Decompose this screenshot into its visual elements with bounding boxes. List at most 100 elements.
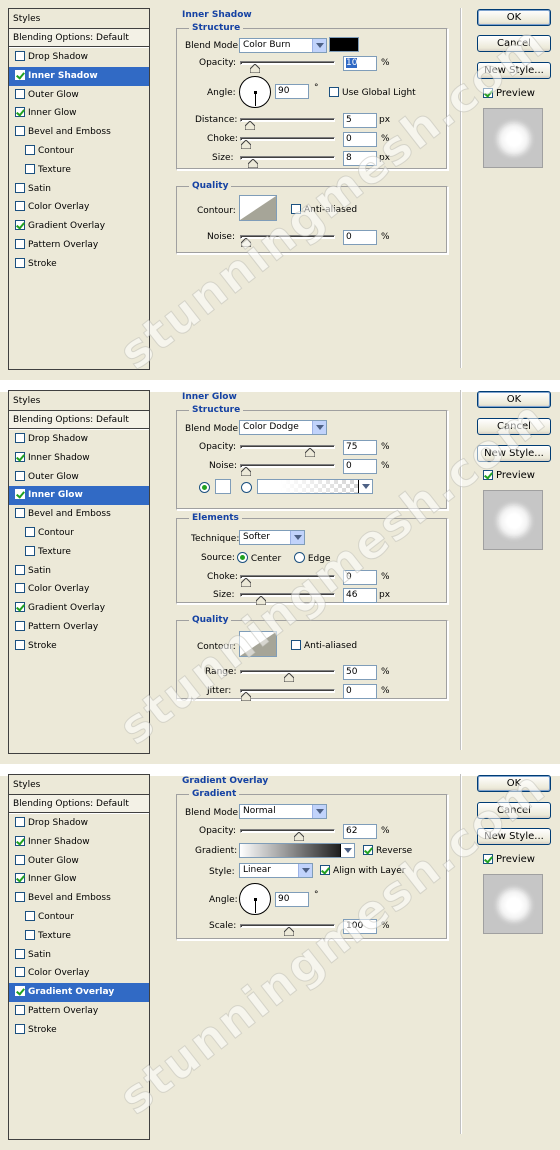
style-item-outer-glow[interactable]: Outer Glow <box>9 86 149 105</box>
scale-slider[interactable] <box>240 924 335 936</box>
checkbox-icon[interactable] <box>15 835 25 846</box>
noise-slider[interactable] <box>240 235 335 247</box>
gradient-radio[interactable] <box>241 482 252 494</box>
blend-mode-select[interactable]: Normal <box>239 804 327 819</box>
distance-input[interactable]: 5 <box>343 113 377 128</box>
checkbox-icon[interactable] <box>15 470 25 481</box>
checkbox-icon[interactable] <box>25 910 35 921</box>
style-item-drop-shadow[interactable]: Drop Shadow <box>9 430 149 449</box>
noise-input[interactable]: 0 <box>343 459 377 474</box>
size-input[interactable]: 8 <box>343 151 377 166</box>
checkbox-icon[interactable] <box>25 545 35 556</box>
noise-input[interactable]: 0 <box>343 230 377 245</box>
checkbox-icon[interactable] <box>15 564 25 575</box>
noise-slider[interactable] <box>240 464 335 476</box>
preview-checkbox[interactable]: Preview <box>483 854 535 865</box>
choke-input[interactable]: 0 <box>343 570 377 585</box>
style-item-texture[interactable]: Texture <box>9 543 149 562</box>
style-item-inner-shadow[interactable]: Inner Shadow <box>9 66 149 86</box>
slider-thumb[interactable] <box>249 64 260 73</box>
style-item-contour[interactable]: Contour <box>9 524 149 543</box>
style-item-inner-glow[interactable]: Inner Glow <box>9 104 149 123</box>
checkbox-icon[interactable] <box>15 220 25 231</box>
style-item-color-overlay[interactable]: Color Overlay <box>9 580 149 599</box>
slider-thumb[interactable] <box>247 159 258 168</box>
align-with-layer-checkbox[interactable]: Align with Layer <box>320 865 405 876</box>
choke-slider[interactable] <box>240 575 335 587</box>
size-input[interactable]: 46 <box>343 588 377 603</box>
ok-button[interactable]: OK <box>477 391 551 408</box>
slider-thumb[interactable] <box>241 238 251 247</box>
style-item-satin[interactable]: Satin <box>9 946 149 965</box>
style-item-color-overlay[interactable]: Color Overlay <box>9 198 149 217</box>
ok-button[interactable]: OK <box>477 9 551 26</box>
source-center-radio[interactable]: Center <box>237 552 281 564</box>
checkbox-icon[interactable] <box>15 986 25 997</box>
style-item-satin[interactable]: Satin <box>9 562 149 581</box>
checkbox-icon[interactable] <box>15 126 25 137</box>
checkbox-icon[interactable] <box>15 238 25 249</box>
preview-checkbox[interactable]: Preview <box>483 88 535 99</box>
checkbox-icon[interactable] <box>25 163 35 174</box>
opacity-slider[interactable] <box>240 445 335 457</box>
checkbox-icon[interactable] <box>15 1004 25 1015</box>
shadow-color-swatch[interactable] <box>329 37 359 52</box>
checkbox-icon[interactable] <box>15 51 25 61</box>
new-style-button[interactable]: New Style... <box>477 445 551 462</box>
checkbox-icon[interactable] <box>15 508 25 519</box>
anti-aliased-checkbox[interactable]: Anti-aliased <box>291 640 357 651</box>
distance-slider[interactable] <box>240 118 335 130</box>
checkbox-icon[interactable] <box>15 873 25 884</box>
range-input[interactable]: 50 <box>343 665 377 680</box>
style-item-pattern-overlay[interactable]: Pattern Overlay <box>9 236 149 255</box>
checkbox-icon[interactable] <box>15 1023 25 1034</box>
style-item-contour[interactable]: Contour <box>9 142 149 161</box>
style-item-color-overlay[interactable]: Color Overlay <box>9 964 149 983</box>
checkbox-icon[interactable] <box>15 892 25 903</box>
slider-thumb[interactable] <box>304 448 315 457</box>
size-slider[interactable] <box>240 156 335 168</box>
use-global-light-checkbox[interactable]: Use Global Light <box>329 87 416 98</box>
style-item-inner-glow[interactable]: Inner Glow <box>9 870 149 889</box>
style-item-bevel-and-emboss[interactable]: Bevel and Emboss <box>9 889 149 908</box>
style-item-stroke[interactable]: Stroke <box>9 255 149 274</box>
opacity-input[interactable]: 10 <box>343 56 377 71</box>
slider-thumb[interactable] <box>283 673 294 682</box>
choke-slider[interactable] <box>240 137 335 149</box>
choke-input[interactable]: 0 <box>343 132 377 147</box>
slider-thumb[interactable] <box>241 140 251 149</box>
contour-picker[interactable] <box>239 631 277 657</box>
checkbox-icon[interactable] <box>15 107 25 118</box>
checkbox-icon[interactable] <box>15 433 25 443</box>
checkbox-icon[interactable] <box>15 967 25 978</box>
glow-gradient-picker[interactable] <box>257 479 373 494</box>
style-item-texture[interactable]: Texture <box>9 927 149 946</box>
checkbox-icon[interactable] <box>15 583 25 594</box>
style-item-bevel-and-emboss[interactable]: Bevel and Emboss <box>9 123 149 142</box>
reverse-checkbox[interactable]: Reverse <box>363 845 412 856</box>
new-style-button[interactable]: New Style... <box>477 828 551 845</box>
blend-mode-select[interactable]: Color Burn <box>239 38 327 53</box>
blending-options-item[interactable]: Blending Options: Default <box>9 411 149 429</box>
checkbox-icon[interactable] <box>15 639 25 650</box>
angle-dial[interactable] <box>239 883 271 915</box>
slider-thumb[interactable] <box>245 121 256 130</box>
slider-thumb[interactable] <box>283 927 294 936</box>
slider-thumb[interactable] <box>256 596 267 605</box>
style-item-inner-shadow[interactable]: Inner Shadow <box>9 833 149 852</box>
angle-input[interactable]: 90 <box>275 84 309 99</box>
style-item-texture[interactable]: Texture <box>9 161 149 180</box>
cancel-button[interactable]: Cancel <box>477 418 551 435</box>
style-item-outer-glow[interactable]: Outer Glow <box>9 468 149 487</box>
source-edge-radio[interactable]: Edge <box>294 552 331 564</box>
style-item-drop-shadow[interactable]: Drop Shadow <box>9 48 149 67</box>
style-item-drop-shadow[interactable]: Drop Shadow <box>9 814 149 833</box>
checkbox-icon[interactable] <box>25 526 35 537</box>
checkbox-icon[interactable] <box>15 817 25 827</box>
cancel-button[interactable]: Cancel <box>477 35 551 52</box>
slider-thumb[interactable] <box>241 578 251 587</box>
style-item-stroke[interactable]: Stroke <box>9 1021 149 1040</box>
new-style-button[interactable]: New Style... <box>477 62 551 79</box>
angle-input[interactable]: 90 <box>275 892 309 907</box>
solid-color-radio[interactable] <box>199 482 210 494</box>
